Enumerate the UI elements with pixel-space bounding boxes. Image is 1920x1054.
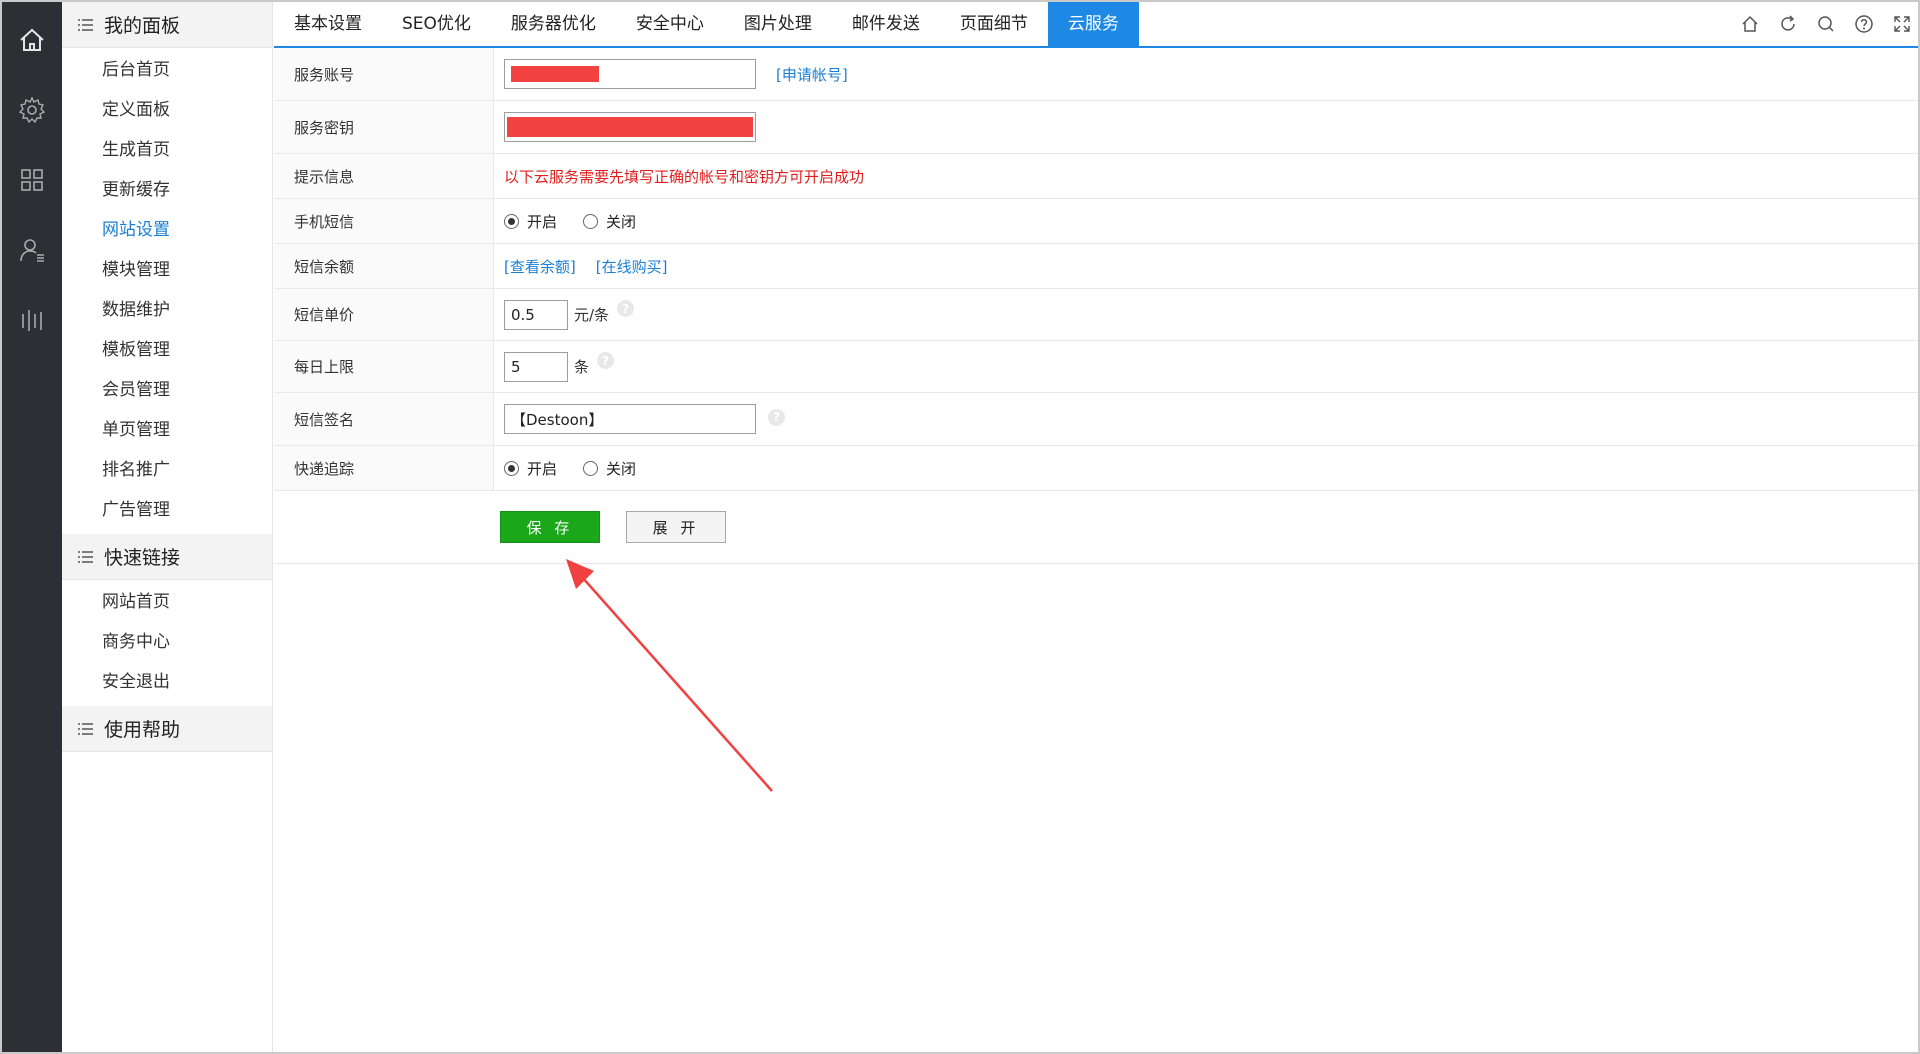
gear-icon[interactable] <box>2 80 62 140</box>
list-icon <box>78 722 93 735</box>
sidebar-item-data-maintenance[interactable]: 数据维护 <box>62 290 272 330</box>
unit-label: 元/条 <box>574 306 610 324</box>
apply-account-link[interactable]: [申请帐号] <box>776 64 848 85</box>
help-icon[interactable] <box>1854 14 1874 34</box>
sidebar-item-members[interactable]: 会员管理 <box>62 370 272 410</box>
express-on-radio[interactable]: 开启 <box>504 458 557 479</box>
radio-dot <box>583 460 599 476</box>
row-sms: 手机短信 开启 关闭 <box>274 199 1918 244</box>
buy-online-link[interactable]: [在线购买] <box>596 256 668 277</box>
sidebar-menu-my-panel: 后台首页 定义面板 生成首页 更新缓存 网站设置 模块管理 数据维护 模板管理 … <box>62 48 272 534</box>
help-icon[interactable]: ? <box>617 300 635 317</box>
redaction-mark <box>511 66 599 82</box>
radio-dot <box>504 460 519 476</box>
sidebar-group-my-panel[interactable]: 我的面板 <box>62 2 272 48</box>
sidebar-group-quick-links[interactable]: 快速链接 <box>62 534 272 580</box>
expand-button[interactable]: 展 开 <box>626 511 726 543</box>
icon-rail <box>2 2 62 1052</box>
sidebar-item-modules[interactable]: 模块管理 <box>62 250 272 290</box>
tip-text: 以下云服务需要先填写正确的帐号和密钥方可开启成功 <box>504 167 865 186</box>
settings-tab-bar: 基本设置 SEO优化 服务器优化 安全中心 图片处理 邮件发送 页面细节 云服务 <box>274 2 1918 48</box>
chart-bars-icon[interactable] <box>2 290 62 350</box>
service-secret-input[interactable] <box>504 112 756 142</box>
radio-label: 开启 <box>527 459 558 478</box>
toolbar-icons <box>1740 14 1912 34</box>
field-label: 快递追踪 <box>274 446 494 490</box>
row-daily-limit: 每日上限 5 条 ? <box>274 341 1918 393</box>
radio-dot <box>504 213 519 229</box>
list-icon <box>78 550 93 563</box>
radio-label: 开启 <box>527 212 558 231</box>
field-label: 提示信息 <box>274 154 494 198</box>
row-service-secret: 服务密钥 <box>274 101 1918 154</box>
field-label: 短信单价 <box>274 289 494 340</box>
sms-off-radio[interactable]: 关闭 <box>583 211 636 232</box>
tab-basic-settings[interactable]: 基本设置 <box>274 2 382 46</box>
field-label: 短信签名 <box>274 393 494 445</box>
service-account-input[interactable] <box>504 59 756 89</box>
sidebar-item-templates[interactable]: 模板管理 <box>62 330 272 370</box>
user-icon[interactable] <box>2 220 62 280</box>
fullscreen-icon[interactable] <box>1892 14 1912 34</box>
sidebar-item-logout[interactable]: 安全退出 <box>62 662 272 702</box>
sms-on-radio[interactable]: 开启 <box>504 211 557 232</box>
save-button[interactable]: 保 存 <box>500 511 600 543</box>
field-label: 短信余额 <box>274 244 494 288</box>
tab-mail[interactable]: 邮件发送 <box>832 2 940 46</box>
sidebar-item-custom-panel[interactable]: 定义面板 <box>62 90 272 130</box>
sidebar-item-site-settings[interactable]: 网站设置 <box>62 210 272 250</box>
home-icon[interactable] <box>1740 14 1760 34</box>
radio-label: 关闭 <box>606 212 637 231</box>
row-express-tracking: 快递追踪 开启 关闭 <box>274 446 1918 491</box>
sidebar-menu-quick-links: 网站首页 商务中心 安全退出 <box>62 580 272 706</box>
form-actions: 保 存 展 开 <box>274 491 1918 564</box>
radio-dot <box>583 213 599 229</box>
sidebar-group-title: 快速链接 <box>104 547 181 569</box>
row-sms-balance: 短信余额 [查看余额] [在线购买] <box>274 244 1918 289</box>
tab-cloud-service[interactable]: 云服务 <box>1047 2 1139 46</box>
sidebar-group-help[interactable]: 使用帮助 <box>62 706 272 752</box>
daily-limit-input[interactable]: 5 <box>504 351 568 382</box>
row-sms-price: 短信单价 0.5 元/条 ? <box>274 289 1918 341</box>
sidebar-item-site-home[interactable]: 网站首页 <box>62 582 272 622</box>
sidebar-item-dashboard[interactable]: 后台首页 <box>62 50 272 90</box>
sms-signature-input[interactable]: 【Destoon】 <box>504 404 756 434</box>
tab-seo[interactable]: SEO优化 <box>382 2 491 46</box>
row-sms-signature: 短信签名 【Destoon】 ? <box>274 393 1918 446</box>
cloud-service-form: 服务账号 [申请帐号] 服务密钥 提示信息 以下云服务需要先填写正确的帐号和密钥… <box>274 48 1918 564</box>
sidebar-item-ranking[interactable]: 排名推广 <box>62 450 272 490</box>
list-icon <box>78 18 93 31</box>
row-tip: 提示信息 以下云服务需要先填写正确的帐号和密钥方可开启成功 <box>274 154 1918 199</box>
sidebar-item-pages[interactable]: 单页管理 <box>62 410 272 450</box>
sidebar-item-business-center[interactable]: 商务中心 <box>62 622 272 662</box>
sidebar-item-update-cache[interactable]: 更新缓存 <box>62 170 272 210</box>
apps-grid-icon[interactable] <box>2 150 62 210</box>
check-balance-link[interactable]: [查看余额] <box>504 256 576 277</box>
home-icon[interactable] <box>2 10 62 70</box>
tab-image-processing[interactable]: 图片处理 <box>724 2 832 46</box>
row-service-account: 服务账号 [申请帐号] <box>274 48 1918 101</box>
refresh-icon[interactable] <box>1778 14 1798 34</box>
sidebar-group-title: 使用帮助 <box>104 719 181 741</box>
tab-page-details[interactable]: 页面细节 <box>940 2 1048 46</box>
sms-price-input[interactable]: 0.5 <box>504 299 568 330</box>
sidebar: 我的面板 后台首页 定义面板 生成首页 更新缓存 网站设置 模块管理 数据维护 … <box>62 2 273 1052</box>
express-off-radio[interactable]: 关闭 <box>583 458 636 479</box>
help-icon[interactable]: ? <box>597 352 615 369</box>
tab-security-center[interactable]: 安全中心 <box>616 2 724 46</box>
help-icon[interactable]: ? <box>768 408 785 426</box>
radio-label: 关闭 <box>606 459 637 478</box>
field-label: 服务密钥 <box>274 101 494 153</box>
search-icon[interactable] <box>1816 14 1836 34</box>
field-label: 每日上限 <box>274 341 494 392</box>
sidebar-item-generate-home[interactable]: 生成首页 <box>62 130 272 170</box>
unit-label: 条 <box>574 358 590 376</box>
tab-server-optimization[interactable]: 服务器优化 <box>491 2 616 46</box>
sidebar-group-title: 我的面板 <box>104 15 181 37</box>
redaction-mark <box>507 117 753 137</box>
sidebar-item-ads[interactable]: 广告管理 <box>62 490 272 530</box>
field-label: 服务账号 <box>274 48 494 100</box>
annotation-arrow <box>566 559 773 792</box>
field-label: 手机短信 <box>274 199 494 243</box>
